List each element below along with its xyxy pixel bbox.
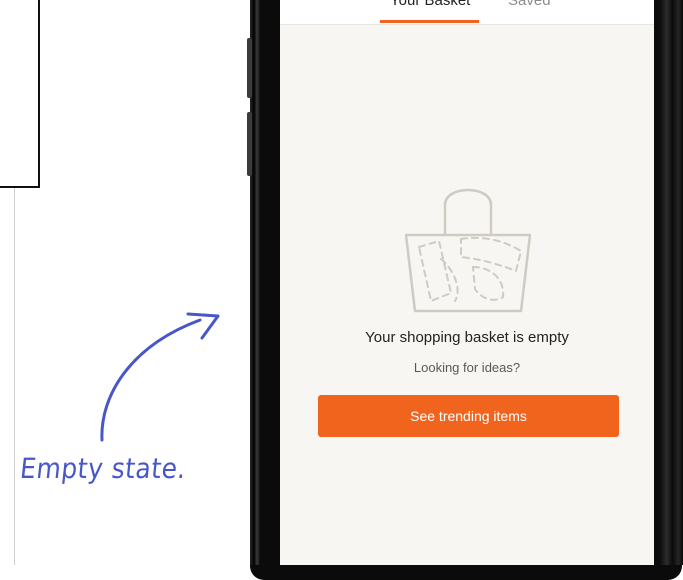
phone-volume-button — [247, 112, 252, 176]
tab-saved[interactable]: Saved — [508, 0, 551, 9]
divider — [14, 188, 15, 565]
phone-screen: Your Basket Saved Your shopping basket i… — [280, 0, 654, 565]
phone-volume-button — [247, 38, 252, 98]
tab-bar: Your Basket Saved — [280, 0, 654, 25]
see-trending-items-button[interactable]: See trending items — [318, 395, 619, 437]
empty-state-title: Your shopping basket is empty — [365, 329, 569, 346]
basket-icon — [404, 188, 532, 313]
tab-your-basket[interactable]: Your Basket — [390, 0, 470, 9]
callout-box — [0, 0, 40, 188]
phone-edge-right — [660, 0, 683, 565]
annotation-label: Empty state. — [18, 452, 188, 485]
active-tab-indicator — [380, 20, 479, 23]
empty-state-subtitle: Looking for ideas? — [413, 360, 521, 375]
annotation-arrow-icon — [100, 312, 220, 442]
